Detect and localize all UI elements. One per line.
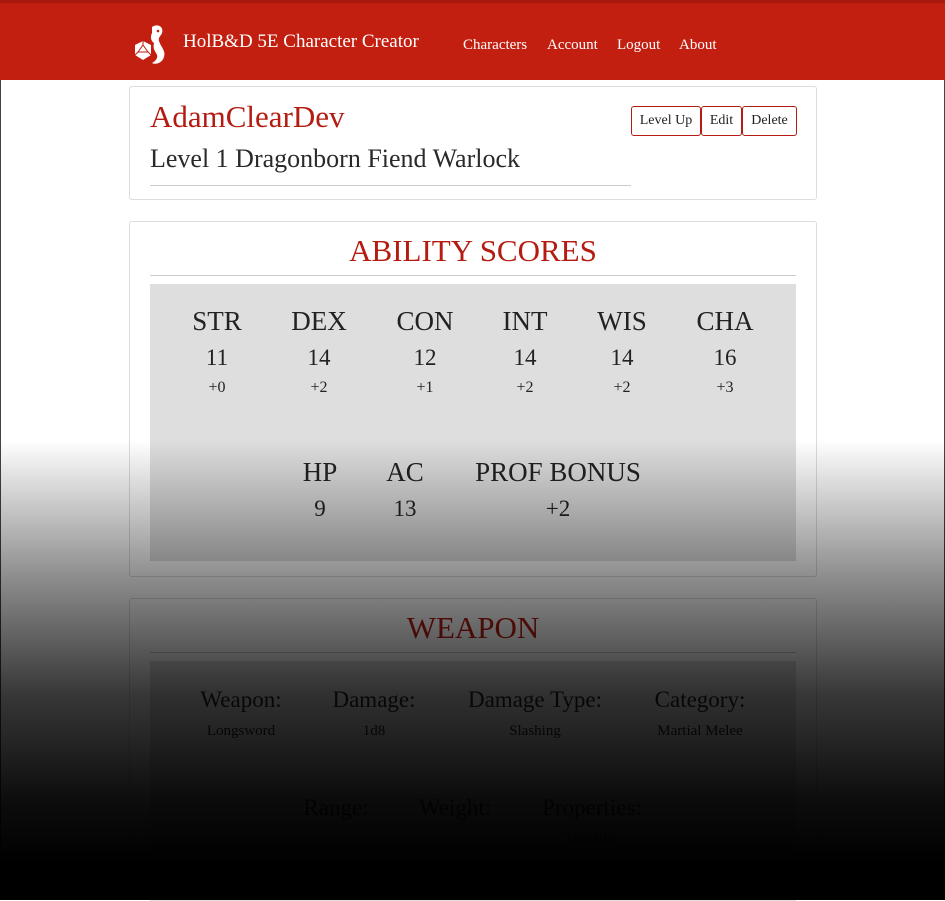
ability-cha: CHA 16 +3 <box>696 306 753 397</box>
brand-title[interactable]: HolB&D 5E Character Creator <box>183 31 419 53</box>
header-divider <box>150 185 631 186</box>
stat-value: +2 <box>545 496 571 521</box>
stat-ac: AC 13 <box>386 457 424 522</box>
weapon-title: WEAPON <box>406 610 540 645</box>
weapon-field-range: Range: <box>303 795 368 831</box>
ability-modifier: +2 <box>516 379 534 396</box>
ability-modifier: +3 <box>716 379 734 396</box>
weapon-value: Martial Melee <box>657 723 743 739</box>
ability-scores-panel: STR 11 +0 DEX 14 +2 CON 12 +1 INT 14 +2 … <box>150 284 796 561</box>
weapon-label: Damage Type: <box>467 687 603 712</box>
character-name: AdamClearDev <box>150 99 345 134</box>
ability-wis: WIS 14 +2 <box>597 306 647 397</box>
weapon-field-properties: Properties: Versatile <box>542 795 642 848</box>
ability-label: WIS <box>597 306 647 336</box>
seahorse-d20-icon[interactable] <box>132 23 174 67</box>
stat-prof-bonus: PROF BONUS +2 <box>475 457 641 522</box>
weapon-value: Longsword <box>206 723 276 739</box>
weapon-label: Properties: <box>542 795 642 820</box>
stat-value: 9 <box>314 496 326 521</box>
stat-label: HP <box>302 457 338 487</box>
ability-score: 14 <box>610 345 634 370</box>
nav-link-characters[interactable]: Characters <box>463 37 527 54</box>
weapon-field-weight: Weight: <box>419 795 491 831</box>
weapon-label: Weapon: <box>200 687 282 712</box>
ability-label: CHA <box>696 306 754 336</box>
ability-score: 14 <box>307 345 331 370</box>
weapon-field-name: Weapon: Longsword <box>200 687 281 740</box>
ability-modifier: +2 <box>310 379 328 396</box>
nav-link-account[interactable]: Account <box>547 37 598 54</box>
ability-con: CON 12 +1 <box>396 306 453 397</box>
ability-score: 16 <box>713 345 737 370</box>
ability-label: CON <box>396 306 454 336</box>
weapon-label: Range: <box>303 795 369 820</box>
ability-modifier: +0 <box>208 379 226 396</box>
ability-str: STR 11 +0 <box>192 306 242 397</box>
weapon-field-damage-type: Damage Type: Slashing <box>468 687 602 740</box>
character-subtitle: Level 1 Dragonborn Fiend Warlock <box>150 144 520 173</box>
ability-label: INT <box>502 306 548 336</box>
stat-hp: HP 9 <box>303 457 338 522</box>
weapon-panel: Weapon: Longsword Damage: 1d8 Damage Typ… <box>150 661 796 901</box>
ability-modifier: +2 <box>613 379 631 396</box>
ability-label: DEX <box>291 306 347 336</box>
level-up-button[interactable]: Level Up <box>631 106 701 136</box>
ability-score: 11 <box>205 345 229 370</box>
weapon-label: Damage: <box>332 687 416 712</box>
navbar: HolB&D 5E Character Creator Characters A… <box>0 0 945 80</box>
weapon-value: 1d8 <box>362 723 386 739</box>
nav-link-about[interactable]: About <box>679 37 717 54</box>
edit-button[interactable]: Edit <box>701 106 742 136</box>
ability-score: 12 <box>413 345 437 370</box>
weapon-card: WEAPON Weapon: Longsword Damage: 1d8 Dam… <box>129 598 817 901</box>
ability-label: STR <box>192 306 242 336</box>
character-header-card: AdamClearDev Level 1 Dragonborn Fiend Wa… <box>129 86 817 200</box>
ability-modifier: +1 <box>416 379 434 396</box>
ability-dex: DEX 14 +2 <box>291 306 347 397</box>
ability-scores-title: ABILITY SCORES <box>349 233 597 268</box>
weapon-field-damage: Damage: 1d8 <box>332 687 415 740</box>
weapon-label: Weight: <box>418 795 492 820</box>
ability-int: INT 14 +2 <box>503 306 548 397</box>
weapon-label: Category: <box>654 687 746 712</box>
page-edge-left <box>0 80 1 900</box>
delete-button[interactable]: Delete <box>742 106 797 136</box>
ability-score: 14 <box>513 345 537 370</box>
weapon-value: Versatile <box>565 831 619 847</box>
stat-value: 13 <box>393 496 417 521</box>
stat-label: PROF BONUS <box>475 457 641 487</box>
ability-scores-card: ABILITY SCORES STR 11 +0 DEX 14 +2 CON 1… <box>129 221 817 577</box>
ability-scores-divider <box>150 275 796 276</box>
weapon-field-category: Category: Martial Melee <box>655 687 746 740</box>
stat-label: AC <box>386 457 424 487</box>
nav-link-logout[interactable]: Logout <box>617 37 660 54</box>
weapon-divider <box>150 652 796 653</box>
weapon-value: Slashing <box>509 723 561 739</box>
